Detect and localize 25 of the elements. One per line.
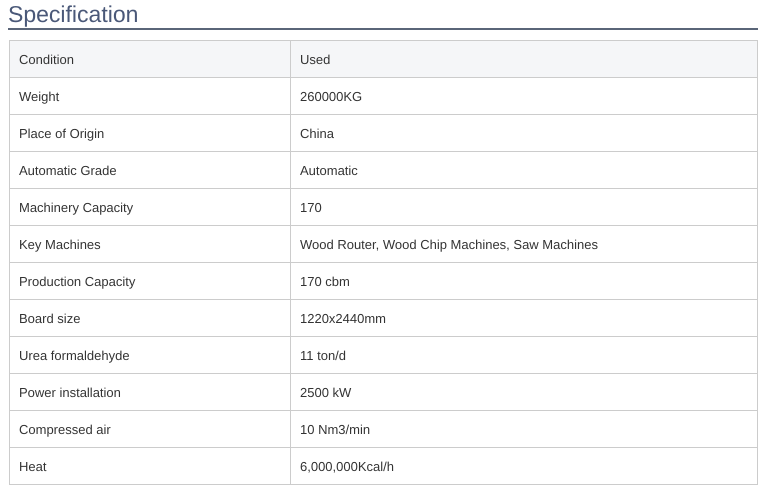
- table-cell-text: 11 ton/d: [299, 346, 348, 364]
- table-cell: Place of Origin: [10, 115, 291, 151]
- table-cell-text: China: [299, 124, 335, 142]
- table-cell: Production Capacity: [10, 263, 291, 299]
- table-cell: Key Machines: [10, 226, 291, 262]
- table-cell: Machinery Capacity: [10, 189, 291, 225]
- table-cell-text: 2500 kW: [299, 384, 352, 402]
- table-cell-text: Automatic: [299, 162, 359, 180]
- table-cell-text: 260000KG: [299, 88, 364, 106]
- table-cell-text: 10 Nm3/min: [299, 420, 372, 438]
- table-cell: Automatic Grade: [10, 152, 291, 188]
- table-cell-text: Used: [299, 50, 332, 68]
- table-cell: Weight: [10, 78, 291, 114]
- table-cell: Urea formaldehyde: [10, 337, 291, 373]
- table-cell-text: 170: [299, 198, 323, 216]
- table-cell-text: Wood Router, Wood Chip Machines, Saw Machines: [299, 236, 599, 254]
- table-cell-text: 6,000,000Kcal/h: [299, 458, 395, 476]
- table-cell: Compressed air: [10, 411, 291, 447]
- table-cell: Heat: [10, 448, 291, 484]
- table-cell-text: 170 cbm: [299, 272, 351, 290]
- table-cell: Condition: [10, 41, 291, 77]
- section-heading: Specification: [8, 0, 758, 30]
- table-cell-text: 1220x2440mm: [299, 310, 387, 328]
- table-cell: Board size: [10, 300, 291, 336]
- table-cell: Power installation: [10, 374, 291, 410]
